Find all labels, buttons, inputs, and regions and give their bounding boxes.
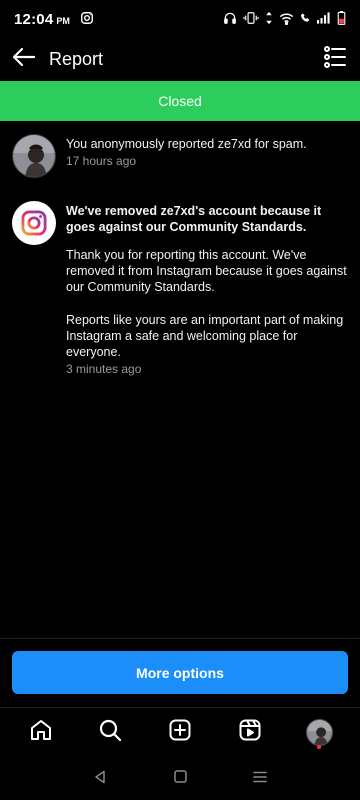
- system-recents-button[interactable]: [245, 764, 275, 794]
- nav-profile[interactable]: [299, 712, 339, 752]
- data-arrows-icon: [265, 11, 273, 25]
- divider: [0, 638, 360, 639]
- report-timestamp: 17 hours ago: [66, 154, 137, 168]
- arrow-left-icon: [12, 47, 36, 72]
- report-item: You anonymously reported ze7xd for spam.…: [12, 134, 348, 178]
- status-label: Closed: [158, 93, 202, 109]
- report-outcome-note: Reports like yours are an important part…: [66, 313, 344, 359]
- profile-avatar: [305, 718, 333, 746]
- app-header: Report: [0, 38, 360, 80]
- notification-dot: [317, 745, 322, 749]
- status-icons: [223, 11, 346, 25]
- page-title: Report: [49, 48, 104, 69]
- status-ampm: PM: [56, 15, 70, 26]
- report-item: We've removed ze7xd's account because it…: [12, 201, 348, 376]
- search-icon: [98, 718, 122, 747]
- system-nav-bar: [0, 758, 360, 800]
- list-menu-icon: [323, 45, 347, 74]
- status-bar: 12:04 PM: [0, 0, 360, 38]
- headphones-icon: [223, 11, 237, 25]
- vibrate-icon: [243, 11, 259, 25]
- nav-search[interactable]: [90, 712, 130, 752]
- reels-icon: [238, 718, 262, 747]
- nav-home[interactable]: [21, 712, 61, 752]
- call-icon: [300, 12, 311, 24]
- nav-reels[interactable]: [230, 712, 270, 752]
- report-message: You anonymously reported ze7xd for spam.: [66, 137, 307, 151]
- battery-icon: [337, 11, 346, 25]
- reporter-avatar: [12, 134, 56, 178]
- instagram-logo: [12, 201, 56, 245]
- system-home-button[interactable]: [165, 764, 195, 794]
- back-triangle-icon: [93, 770, 107, 789]
- report-outcome-heading: We've removed ze7xd's account because it…: [66, 204, 322, 234]
- recents-icon: [253, 770, 267, 788]
- nav-create[interactable]: [160, 712, 200, 752]
- home-square-icon: [173, 770, 187, 788]
- bottom-nav: [0, 712, 360, 752]
- more-options-label: More options: [136, 664, 224, 681]
- divider: [0, 707, 360, 708]
- signal-icon: [317, 12, 331, 24]
- status-banner: Closed: [0, 81, 360, 121]
- wifi-icon: [279, 12, 294, 25]
- back-button[interactable]: [1, 38, 47, 80]
- report-outcome-message: Thank you for reporting this account. We…: [66, 248, 347, 294]
- instagram-notification-icon: [80, 11, 96, 27]
- report-timestamp: 3 minutes ago: [66, 362, 142, 376]
- home-icon: [29, 718, 53, 747]
- create-icon: [168, 718, 192, 747]
- status-time: 12:04: [14, 10, 54, 28]
- menu-button[interactable]: [320, 44, 350, 74]
- more-options-button[interactable]: More options: [12, 651, 348, 694]
- system-back-button[interactable]: [85, 764, 115, 794]
